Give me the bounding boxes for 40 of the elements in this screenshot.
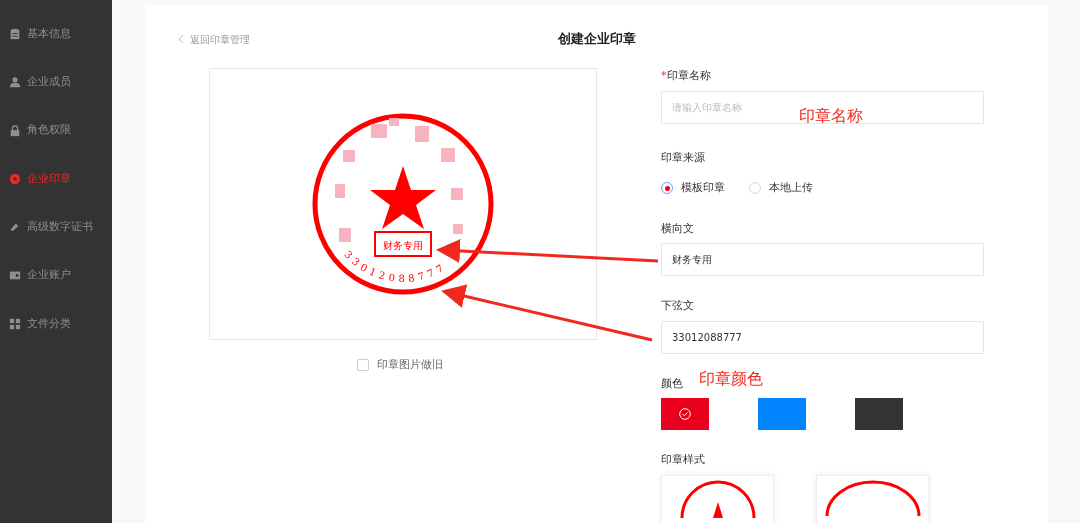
field-label: 横向文 [661,220,694,237]
wallet-icon [9,269,21,282]
back-link[interactable]: 返回印章管理 [178,31,558,47]
input-field[interactable]: 财务专用 [661,243,984,276]
field-label: 下弦文 [661,298,694,314]
radio-option[interactable]: 本地上传 [749,180,813,197]
color-swatch[interactable] [758,398,806,430]
user-icon [9,76,21,89]
sidebar-item[interactable]: 企业印章 [0,166,112,191]
clipboard-icon [9,28,21,40]
checkbox[interactable] [357,359,369,372]
sidebar-item[interactable]: 企业成员 [0,70,112,95]
sidebar-item[interactable]: 高级数字证书 [0,215,112,240]
seal-icon [9,172,21,185]
input-field[interactable]: 33012088777 [661,320,984,354]
color-swatch[interactable] [855,398,903,430]
field-label: 印章来源 [661,149,705,166]
field-label: 印章样式 [661,452,705,468]
required-asterisk: * [661,68,667,84]
chevron-left-icon [178,34,184,44]
sidebar-item[interactable]: 企业账户 [0,263,112,288]
sidebar-item[interactable]: 基本信息 [0,22,112,46]
radio-option[interactable]: 模板印章 [661,180,725,197]
seal-style-thumbnail[interactable] [661,474,774,523]
color-swatch[interactable] [661,398,709,430]
usb-key-icon [9,221,21,234]
seal-horizontal-text-box: 财务专用 [374,231,432,257]
star-icon [370,166,436,229]
annotation-text: 印章颜色 [699,371,763,387]
seal-style-thumbnail[interactable] [816,474,929,523]
field-label: 颜色 [661,375,683,392]
sidebar-item[interactable]: 角色权限 [0,118,112,143]
lock-icon [9,124,21,137]
sidebar-item[interactable]: 文件分类 [0,311,112,336]
page-title: 创建企业印章 [558,31,636,47]
field-label: 印章名称 [666,68,711,84]
check-circle-icon [679,408,691,420]
checkbox-label: 印章图片做旧 [377,357,443,373]
grid-icon [9,317,21,330]
annotation-text: 印章名称 [799,108,863,124]
